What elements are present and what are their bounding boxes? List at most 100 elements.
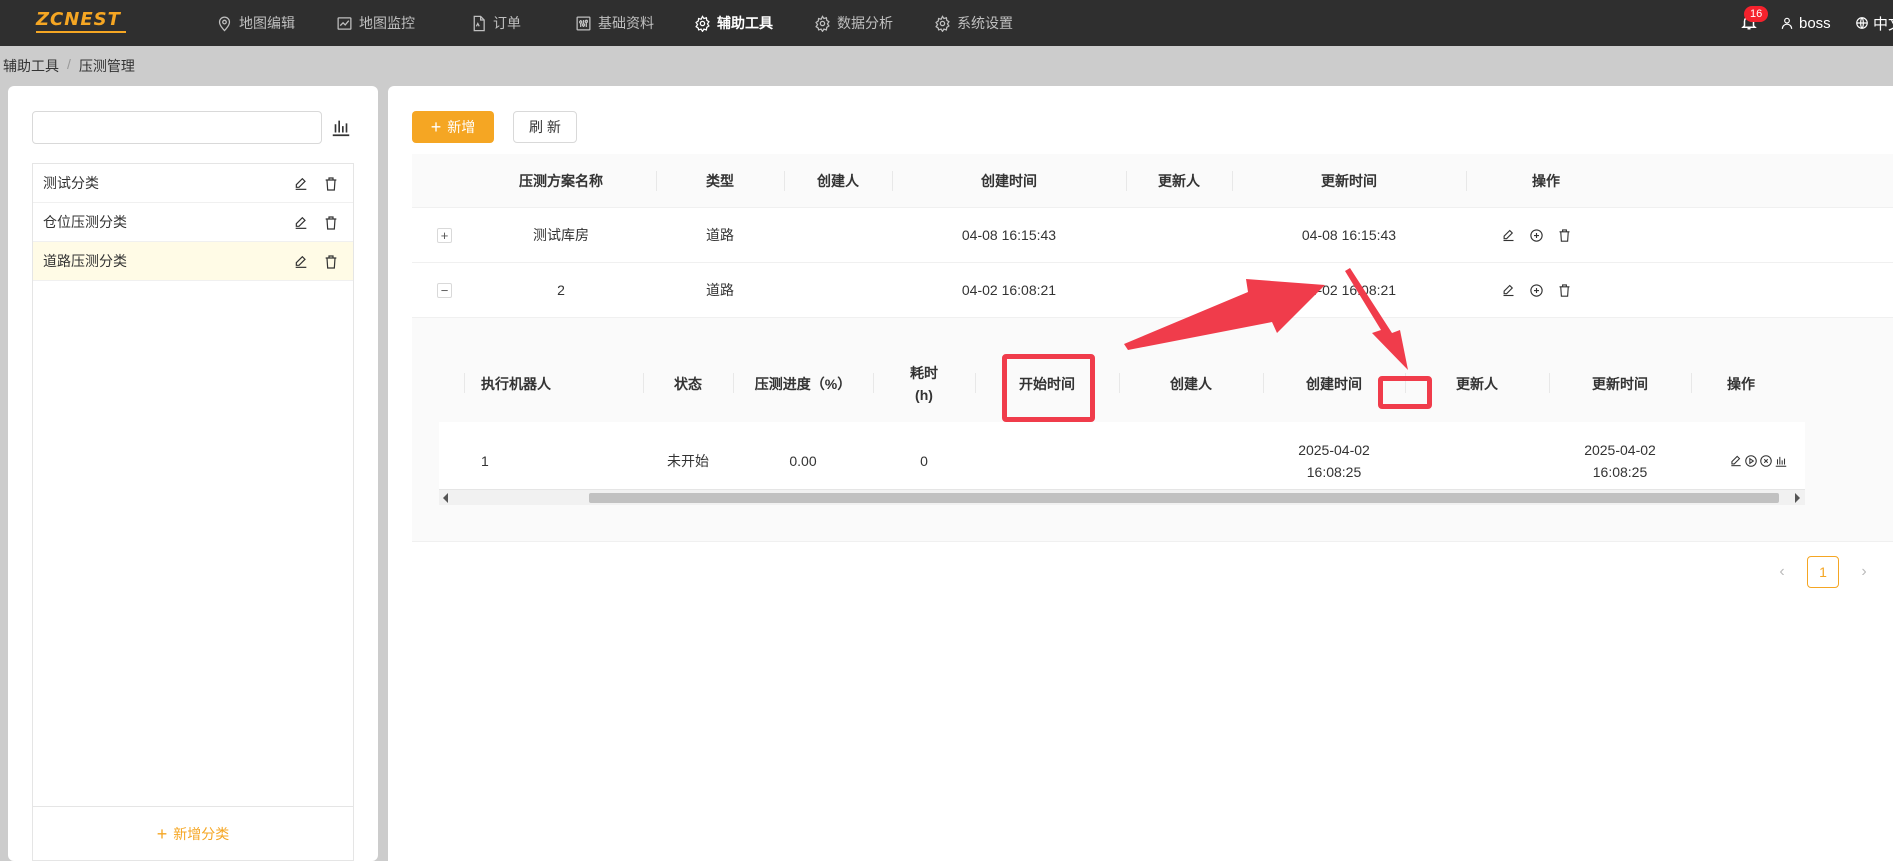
table-row: + 测试库房 道路 04-08 16:15:43 04-08 16:15:43: [412, 208, 1893, 263]
bar-chart-icon[interactable]: [330, 116, 352, 138]
category-item[interactable]: 测试分类: [33, 164, 353, 203]
add-category-button[interactable]: + 新增分类: [33, 806, 353, 861]
header-actions: 操作: [1727, 375, 1755, 392]
delete-icon[interactable]: [323, 176, 339, 192]
category-label: 道路压测分类: [43, 253, 127, 269]
expand-button[interactable]: +: [437, 228, 452, 243]
nav-item-data-analysis[interactable]: 数据分析: [814, 0, 893, 46]
edit-icon[interactable]: [1729, 454, 1743, 468]
nav-item-map-edit[interactable]: 地图编辑: [216, 0, 295, 46]
collapse-button[interactable]: −: [437, 283, 452, 298]
nav-label: 系统设置: [957, 15, 1013, 31]
add-circle-icon[interactable]: [1529, 228, 1544, 243]
header-robot: 执行机器人: [481, 375, 551, 392]
cell-created-time: 04-08 16:15:43: [961, 227, 1057, 243]
app-logo[interactable]: ZCNEST: [36, 9, 126, 33]
edit-icon[interactable]: [293, 215, 309, 231]
nav-item-basic-data[interactable]: 基础资料: [575, 0, 654, 46]
prev-page-button[interactable]: ‹: [1772, 556, 1792, 588]
gear-icon: [935, 14, 950, 32]
category-item-selected[interactable]: 道路压测分类: [33, 242, 353, 281]
delete-icon[interactable]: [323, 215, 339, 231]
bar-chart-icon[interactable]: [1774, 454, 1788, 468]
cell-created-time: 04-02 16:08:21: [961, 282, 1057, 298]
nav-label: 地图监控: [359, 15, 415, 31]
cell-duration: 0: [920, 452, 928, 469]
edit-icon[interactable]: [293, 176, 309, 192]
annotation-highlight-box: [1002, 354, 1095, 422]
edit-icon[interactable]: [1501, 283, 1516, 298]
header-duration: 耗时 (h): [910, 364, 938, 403]
refresh-button[interactable]: 刷 新: [513, 111, 577, 143]
cell-updated-time: 04-02 16:08:21: [1301, 282, 1397, 298]
cell-start-time: [975, 422, 1119, 499]
scrollbar-thumb[interactable]: [589, 493, 1779, 503]
cell-creator: [1119, 422, 1263, 499]
language-switch[interactable]: 中文: [1855, 0, 1893, 46]
plus-icon: +: [156, 823, 168, 844]
play-circle-icon[interactable]: [1744, 454, 1758, 468]
nav-item-map-monitor[interactable]: 地图监控: [336, 0, 415, 46]
user-menu[interactable]: boss: [1780, 0, 1831, 46]
notification-badge: 16: [1744, 6, 1769, 22]
delete-icon[interactable]: [1557, 228, 1572, 243]
cell-updater: [1126, 208, 1232, 263]
cell-updated-time: 2025-04-02 16:08:25: [1584, 441, 1656, 480]
cell-robot: 1: [481, 452, 489, 469]
delete-icon[interactable]: [323, 254, 339, 270]
table-row: − 2 道路 04-02 16:08:21 04-02 16:08:21: [412, 263, 1893, 318]
cell-plan-name: 2: [557, 282, 565, 298]
add-circle-icon[interactable]: [1529, 283, 1544, 298]
header-progress: 压测进度（%）: [754, 375, 852, 392]
table-header: 压测方案名称 类型 创建人 创建时间 更新人 更新时间 操作: [412, 154, 1893, 208]
cell-creator: [784, 263, 892, 318]
cell-status: 未开始: [667, 452, 709, 469]
edit-icon[interactable]: [1501, 228, 1516, 243]
file-icon: [473, 15, 485, 31]
top-navigation-bar: ZCNEST 地图编辑 地图监控 订单 基础资料 辅助工具 数据分析 系统设置 …: [0, 0, 1893, 46]
next-page-button[interactable]: ›: [1854, 556, 1874, 588]
horizontal-scrollbar[interactable]: [439, 489, 1805, 505]
header-type: 类型: [706, 173, 734, 189]
breadcrumb: 辅助工具 / 压测管理: [3, 56, 135, 76]
plan-table: 压测方案名称 类型 创建人 创建时间 更新人 更新时间 操作 + 测试库房 道路…: [412, 154, 1893, 542]
cell-type: 道路: [706, 282, 734, 298]
cell-updated-time: 04-08 16:15:43: [1301, 227, 1397, 243]
cell-updater: [1405, 422, 1549, 499]
breadcrumb-current: 压测管理: [78, 58, 135, 74]
page-number-button[interactable]: 1: [1807, 556, 1839, 588]
username: boss: [1799, 14, 1831, 32]
edit-icon[interactable]: [293, 254, 309, 270]
scroll-right-arrow[interactable]: [1795, 493, 1800, 503]
breadcrumb-parent[interactable]: 辅助工具: [3, 56, 59, 76]
cell-updater: [1126, 263, 1232, 318]
annotation-highlight-box: [1378, 376, 1432, 409]
cell-progress: 0.00: [789, 452, 817, 469]
cell-type: 道路: [706, 227, 734, 243]
category-item[interactable]: 仓位压测分类: [33, 203, 353, 242]
sub-row-actions: [1729, 422, 1788, 499]
nav-label: 订单: [493, 15, 521, 31]
nav-item-orders[interactable]: 订单: [470, 0, 521, 46]
map-pin-icon: [218, 16, 231, 31]
nav-label: 基础资料: [598, 15, 654, 31]
add-button[interactable]: + 新增: [412, 111, 494, 143]
scroll-left-arrow[interactable]: [443, 493, 448, 503]
row-actions: [1501, 263, 1572, 318]
expanded-row: 执行机器人 状态 压测进度（%） 耗时 (h) 开始时间 创建人 创建时间 更新…: [412, 318, 1893, 542]
header-plan-name: 压测方案名称: [519, 173, 603, 189]
header-updater: 更新人: [1158, 173, 1200, 189]
header-updated-time: 更新时间: [1321, 173, 1377, 189]
plan-panel: + 新增 刷 新 压测方案名称 类型 创建人 创建时间 更新人 更新时间 操作 …: [388, 86, 1893, 861]
breadcrumb-separator: /: [67, 56, 71, 72]
nav-item-system-settings[interactable]: 系统设置: [934, 0, 1013, 46]
nav-item-aux-tools[interactable]: 辅助工具: [694, 0, 773, 46]
globe-icon: [1856, 17, 1868, 29]
stop-circle-icon[interactable]: [1759, 454, 1773, 468]
cell-creator: [784, 208, 892, 263]
user-icon: [1781, 17, 1793, 29]
category-search-input[interactable]: [32, 111, 322, 144]
delete-icon[interactable]: [1557, 283, 1572, 298]
cell-plan-name: 测试库房: [533, 227, 589, 243]
nav-label: 数据分析: [837, 15, 893, 31]
